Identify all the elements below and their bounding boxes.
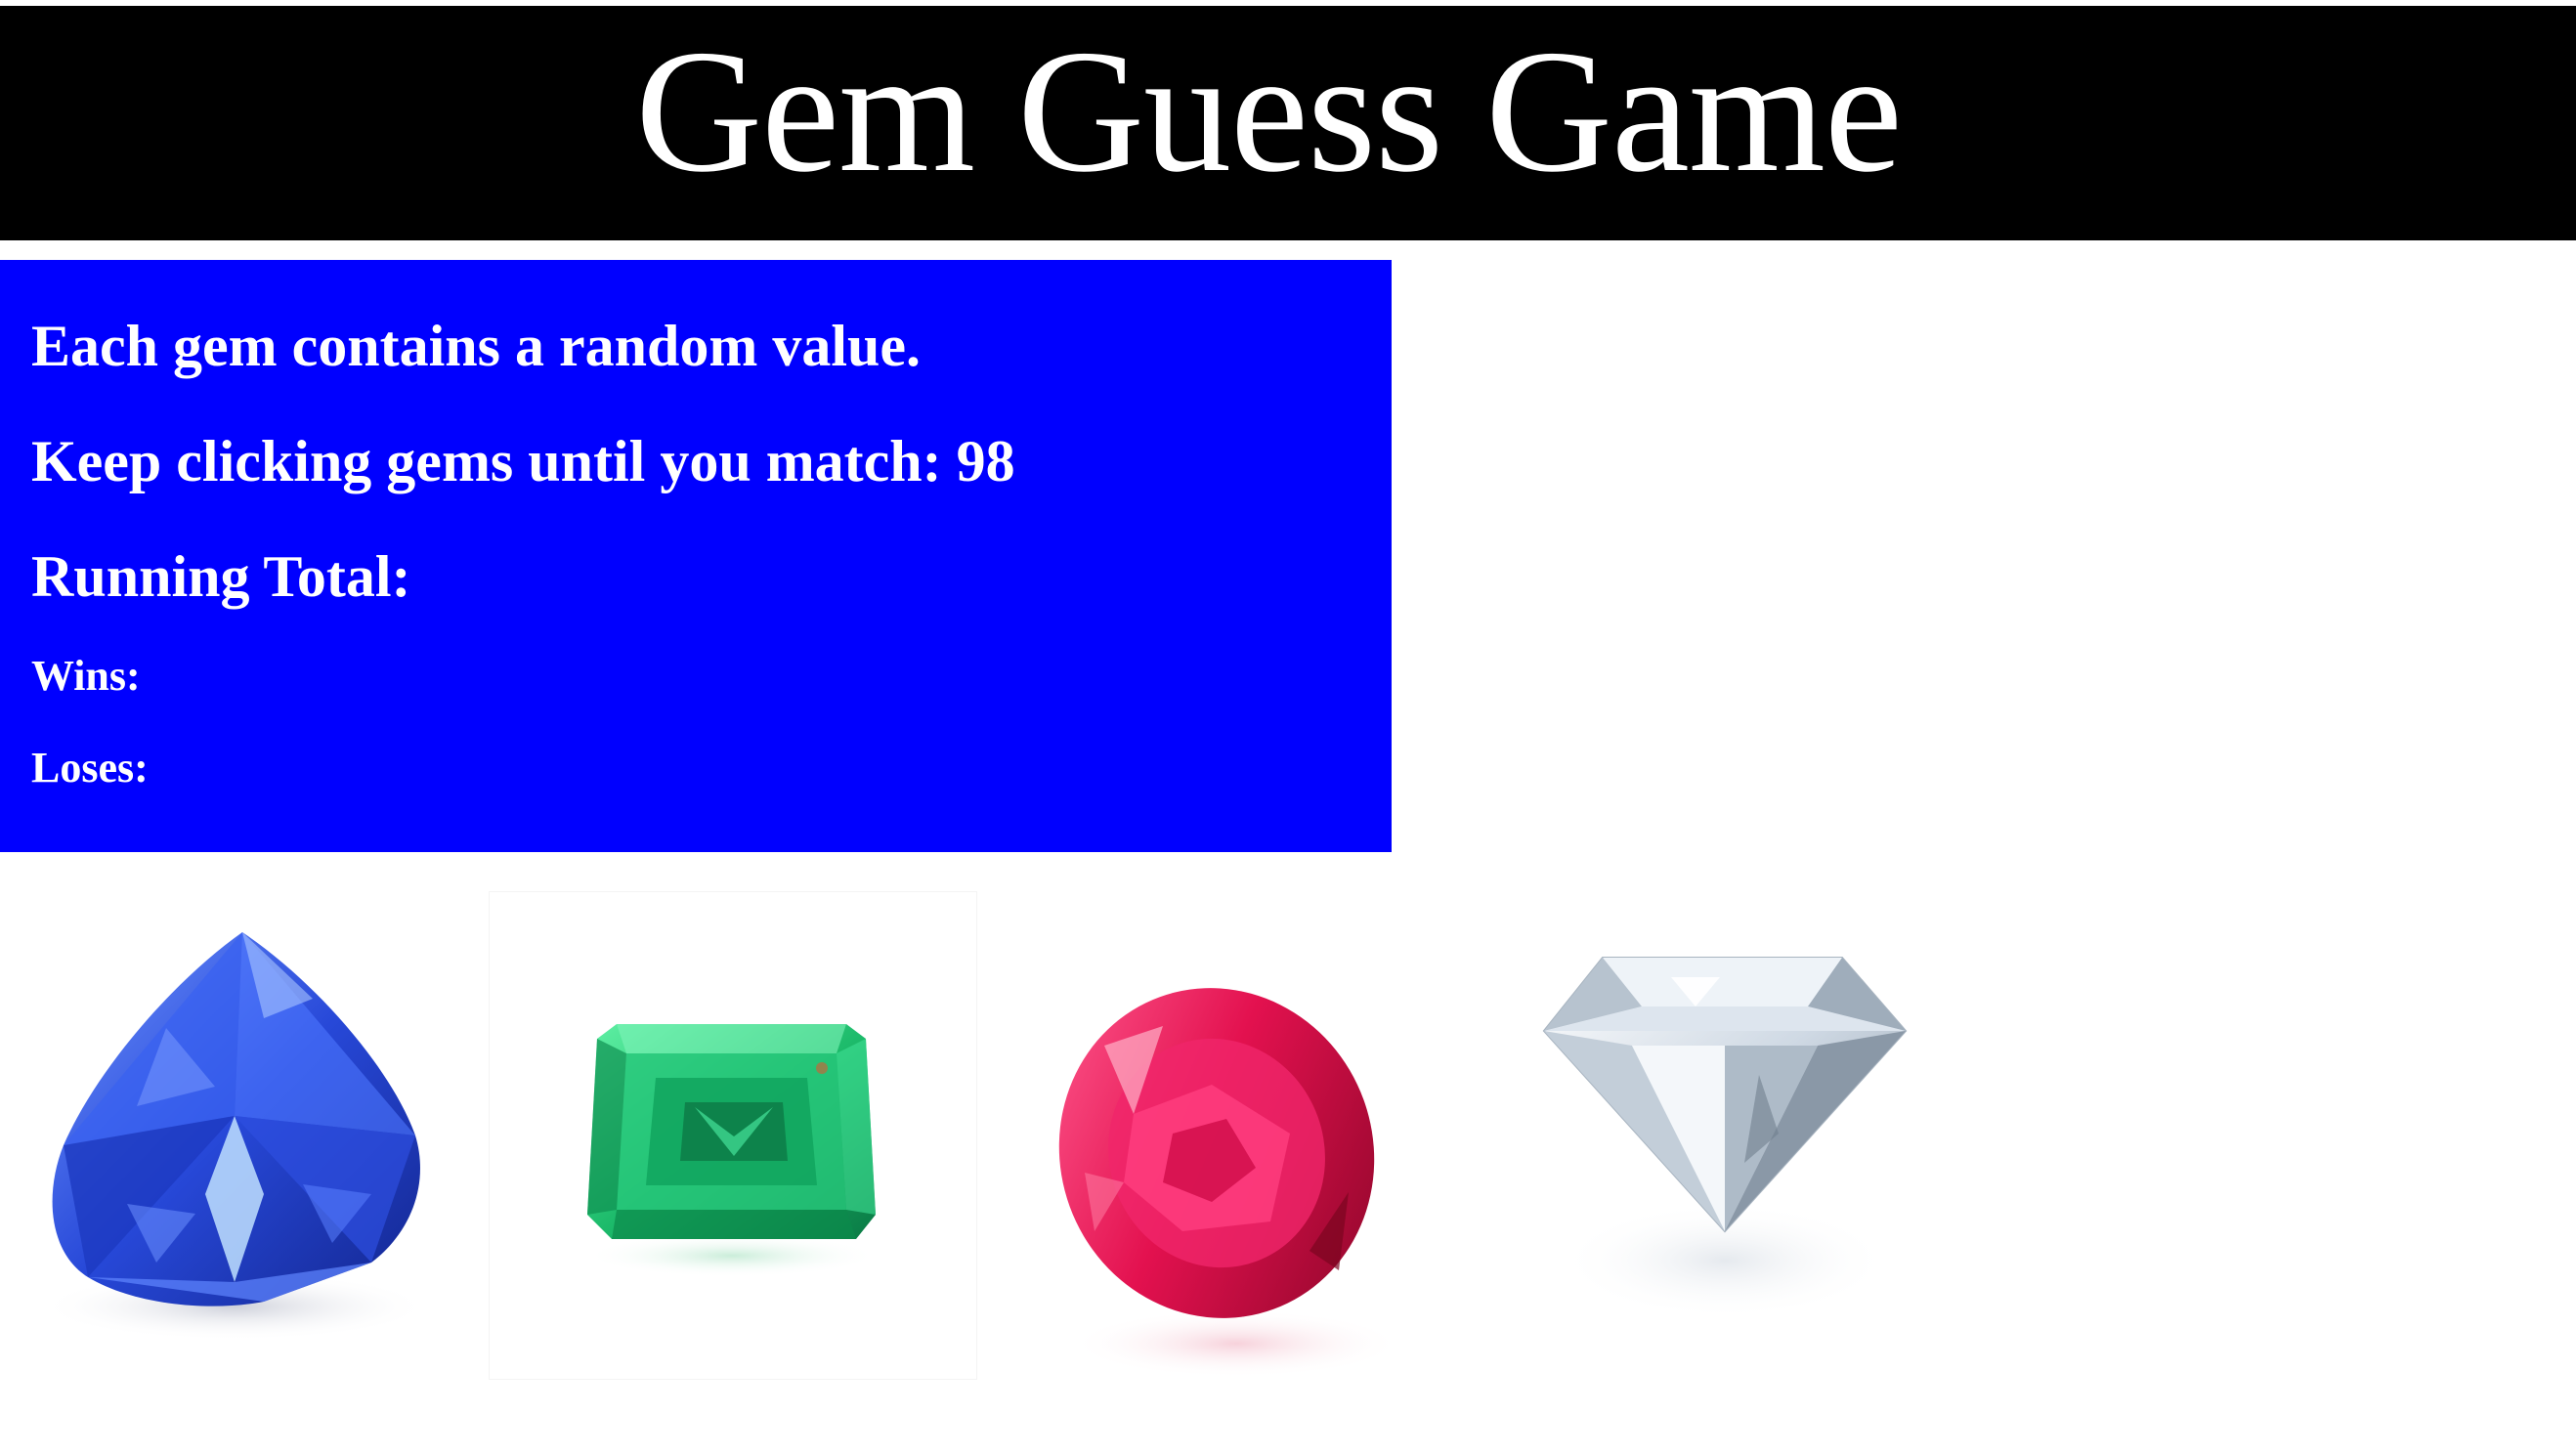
target-line: Keep clicking gems until you match: 98 bbox=[31, 428, 1015, 495]
info-panel: Each gem contains a random value. Keep c… bbox=[0, 260, 1392, 852]
wins-line: Wins: bbox=[31, 651, 141, 701]
sapphire-gem-button[interactable] bbox=[20, 891, 450, 1350]
running-total-label: Running Total: bbox=[31, 544, 411, 609]
wins-label: Wins: bbox=[31, 652, 141, 700]
loses-line: Loses: bbox=[31, 743, 149, 792]
page-title: Gem Guess Game bbox=[635, 14, 1903, 208]
target-number: 98 bbox=[956, 429, 1015, 493]
diamond-gem-icon bbox=[1542, 957, 1908, 1319]
ruby-gem-icon bbox=[1058, 988, 1402, 1378]
loses-label: Loses: bbox=[31, 744, 149, 792]
ruby-gem-button[interactable] bbox=[1016, 938, 1437, 1388]
instructions-text: Each gem contains a random value. bbox=[31, 314, 922, 378]
header-bar: Gem Guess Game bbox=[0, 6, 2576, 240]
emerald-gem-icon bbox=[585, 1024, 879, 1277]
diamond-gem-button[interactable] bbox=[1524, 938, 1935, 1358]
target-label: Keep clicking gems until you match: bbox=[31, 429, 957, 493]
sapphire-gem-icon bbox=[39, 932, 430, 1341]
running-total-line: Running Total: bbox=[31, 543, 411, 611]
emerald-gem-button[interactable] bbox=[489, 891, 977, 1380]
